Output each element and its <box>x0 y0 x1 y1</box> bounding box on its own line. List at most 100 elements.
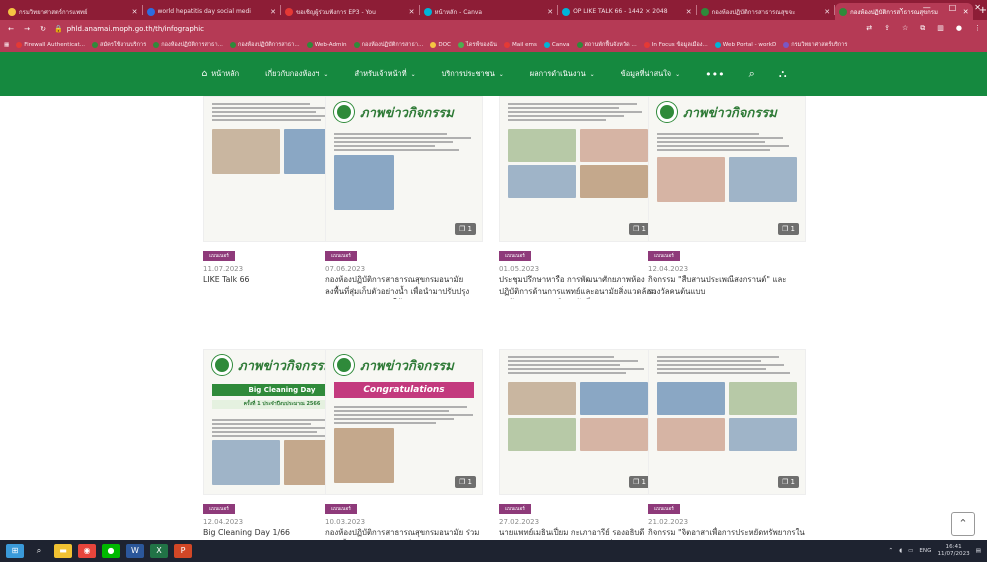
card-thumbnail[interactable]: ❐ 1 <box>648 349 806 495</box>
card-title[interactable]: ประชุมปรึกษาหารือ การพัฒนาศักยภาพห้องปฏิ… <box>499 274 657 299</box>
bookmark-item[interactable]: กองห้องปฏิบัติการสาธา... <box>353 41 423 49</box>
nav-item-5[interactable]: ข้อมูลที่น่าสนใจ ⌄ <box>608 68 694 80</box>
menu-icon[interactable]: ⋮ <box>974 24 981 33</box>
infographic-card[interactable]: ❐ 1 แบนเนอร์ 01.05.2023 ประชุมปรึกษาหารือ ก… <box>499 96 657 299</box>
bookmark-item[interactable]: Canva <box>543 41 570 48</box>
bookmark-item[interactable]: In Focus ข้อมูลเมือง... <box>643 41 708 49</box>
infographic-card[interactable]: ❐ 1 แบนเนอร์ 27.02.2023 นายแพทย์เมธินเปี่ยม… <box>499 349 657 552</box>
nav-item-0[interactable]: ⌂ หน้าหลัก <box>188 68 252 80</box>
tab-close-icon[interactable]: ✕ <box>132 8 138 16</box>
browser-tab[interactable]: OP LIKE TALK 66 - 1442 × 2048 ✕ <box>558 3 696 20</box>
powerpoint-icon[interactable]: P <box>174 544 192 558</box>
tab-close-icon[interactable]: ✕ <box>547 8 553 16</box>
bookmark-star-icon[interactable]: ☆ <box>902 24 908 33</box>
nav-item-1[interactable]: เกี่ยวกับกองห้องฯ ⌄ <box>252 68 341 80</box>
reload-icon[interactable]: ↻ <box>38 25 48 33</box>
nav-item-label: ผลการดำเนินงาน <box>529 69 586 78</box>
card-thumbnail[interactable]: ❐ 1 <box>499 96 657 242</box>
category-tag[interactable]: แบนเนอร์ <box>203 251 235 261</box>
bookmark-label: In Focus ข้อมูลเมือง... <box>651 41 708 48</box>
bookmark-item[interactable]: กรมวิทยาศาสตร์บริการ <box>783 41 847 49</box>
notification-icon[interactable]: ▤ <box>976 548 981 554</box>
bookmark-item[interactable]: ไดรฟ์ของฉัน <box>457 41 497 49</box>
gallery-count: 1 <box>467 478 472 486</box>
excel-icon[interactable]: X <box>150 544 168 558</box>
profile-icon[interactable]: ● <box>956 24 962 33</box>
card-thumbnail[interactable]: ภาพข่าวกิจกรรม Congratulations ❐ 1 <box>325 349 483 495</box>
line-icon[interactable]: ● <box>102 544 120 558</box>
card-date: 12.04.2023 <box>648 265 689 273</box>
file-explorer-icon[interactable]: ▬ <box>54 544 72 558</box>
scroll-to-top-button[interactable]: ⌃ <box>951 512 975 536</box>
sidebar-icon[interactable]: ▥ <box>937 24 944 33</box>
tab-close-icon[interactable]: ✕ <box>824 8 830 16</box>
forward-icon[interactable]: → <box>22 25 32 33</box>
thumbnail-photo <box>508 382 576 415</box>
category-tag[interactable]: แบนเนอร์ <box>648 504 680 514</box>
tab-close-icon[interactable]: ✕ <box>270 8 276 16</box>
bookmark-item[interactable]: กองห้องปฏิบัติการสาธา... <box>153 41 223 49</box>
category-tag[interactable]: แบนเนอร์ <box>325 504 357 514</box>
category-tag[interactable]: แบนเนอร์ <box>203 504 235 514</box>
tab-close-icon[interactable]: ✕ <box>409 8 415 16</box>
nav-item-3[interactable]: บริการประชาชน ⌄ <box>429 68 517 80</box>
card-title[interactable]: กิจกรรม "สืบสานประเพณีสงกรานต์" และรางวั… <box>648 274 806 299</box>
nav-item-4[interactable]: ผลการดำเนินงาน ⌄ <box>517 68 608 80</box>
category-tag[interactable]: แบนเนอร์ <box>499 504 531 514</box>
volume-icon[interactable]: ◖ <box>899 548 902 554</box>
bookmark-item[interactable]: สมัครใช้งานบริการ <box>92 41 146 49</box>
bookmark-item[interactable]: สถานพักฟื้นจังหวัด ... <box>576 41 637 49</box>
tab-close-icon[interactable]: ✕ <box>686 8 692 16</box>
card-thumbnail[interactable]: ภาพข่าวกิจกรรม ❐ 1 <box>648 96 806 242</box>
card-title[interactable]: กองห้องปฏิบัติการสาธารณสุขกรมอนามัย ลงพื… <box>325 274 483 299</box>
card-thumbnail[interactable]: ❐ 1 <box>499 349 657 495</box>
share-icon[interactable]: ⇪ <box>884 24 890 33</box>
site-navigation: ⌂ หน้าหลัก เกี่ยวกับกองห้องฯ ⌄ สำหรับเจ้าหน้… <box>0 52 987 96</box>
clock[interactable]: 16:41 11/07/2023 <box>937 544 969 557</box>
browser-tab[interactable]: กองห้องปฏิบัติการสาธารณสุขจะ ✕ <box>697 3 835 20</box>
category-tag[interactable]: แบนเนอร์ <box>648 251 680 261</box>
browser-tab[interactable]: ขอเชิญผู้ร่วมฟังการ EP3 - You ✕ <box>281 3 419 20</box>
maximize-icon[interactable]: □ <box>949 3 957 12</box>
bookmark-item[interactable]: Web-Admin <box>306 41 347 48</box>
bookmark-item[interactable]: Firewall Authenticat... <box>16 41 85 48</box>
browser-tab[interactable]: กรมวิทยาศาสตร์การแพทย์ ✕ <box>4 3 142 20</box>
tab-search-icon[interactable]: ⌄ <box>898 3 905 12</box>
category-tag[interactable]: แบนเนอร์ <box>325 251 357 261</box>
word-icon[interactable]: W <box>126 544 144 558</box>
extensions-icon[interactable]: ⧉ <box>920 24 925 33</box>
bookmark-item[interactable]: Mail ems <box>503 41 537 48</box>
close-window-icon[interactable]: ✕ <box>974 3 981 12</box>
nav-item-label: หน้าหลัก <box>211 69 240 78</box>
thumbnail-photo <box>334 155 394 210</box>
start-icon[interactable]: ⊞ <box>6 544 24 558</box>
network-icon[interactable]: ▭ <box>908 548 913 554</box>
search-icon[interactable]: ⌕ <box>737 67 767 81</box>
translate-icon[interactable]: ⇄ <box>866 24 872 33</box>
bookmark-item[interactable]: Web Portal - workD <box>714 41 776 48</box>
bookmark-label: Web-Admin <box>314 41 347 48</box>
url-field[interactable]: phld.anamai.moph.go.th/th/infographic <box>67 25 204 33</box>
sitemap-icon[interactable]: ⛬ <box>767 67 799 81</box>
nav-item-2[interactable]: สำหรับเจ้าหน้าที่ ⌄ <box>341 68 428 80</box>
category-tag[interactable]: แบนเนอร์ <box>499 251 531 261</box>
bookmark-item[interactable]: กองห้องปฏิบัติการสาธา... <box>229 41 300 49</box>
more-menu-button[interactable]: ••• <box>693 68 736 81</box>
back-icon[interactable]: ← <box>6 25 16 33</box>
tray-chevron-icon[interactable]: ⌃ <box>888 548 893 554</box>
language-indicator[interactable]: ENG <box>919 548 931 554</box>
card-thumbnail[interactable]: ภาพข่าวกิจกรรม ❐ 1 <box>325 96 483 242</box>
chrome-icon[interactable]: ◉ <box>78 544 96 558</box>
bookmark-item[interactable]: DOC <box>430 41 451 48</box>
infographic-card[interactable]: ภาพข่าวกิจกรรม Congratulations ❐ 1 แบนเนอร์… <box>325 349 483 552</box>
nav-item-label: เกี่ยวกับกองห้องฯ <box>265 69 320 78</box>
search-icon[interactable]: ⌕ <box>30 544 48 558</box>
apps-grid-icon[interactable]: ▦ <box>4 42 9 48</box>
browser-tab[interactable]: หน้าหลัก - Canva ✕ <box>420 3 558 20</box>
infographic-card[interactable]: ❐ 1 แบนเนอร์ 21.02.2023 กิจกรรม "จิตอาสาเพื… <box>648 349 806 552</box>
infographic-card[interactable]: ภาพข่าวกิจกรรม ❐ 1 แบนเนอร์ 12.04.2023 กิจกร… <box>648 96 806 299</box>
browser-tab[interactable]: world hepatitis day social medi ✕ <box>143 3 281 20</box>
minimize-icon[interactable]: — <box>923 3 931 12</box>
address-bar: ← → ↻ 🔒 phld.anamai.moph.go.th/th/infogr… <box>0 20 987 37</box>
infographic-card[interactable]: ภาพข่าวกิจกรรม ❐ 1 แบนเนอร์ 07.06.2023 กองห้… <box>325 96 483 299</box>
